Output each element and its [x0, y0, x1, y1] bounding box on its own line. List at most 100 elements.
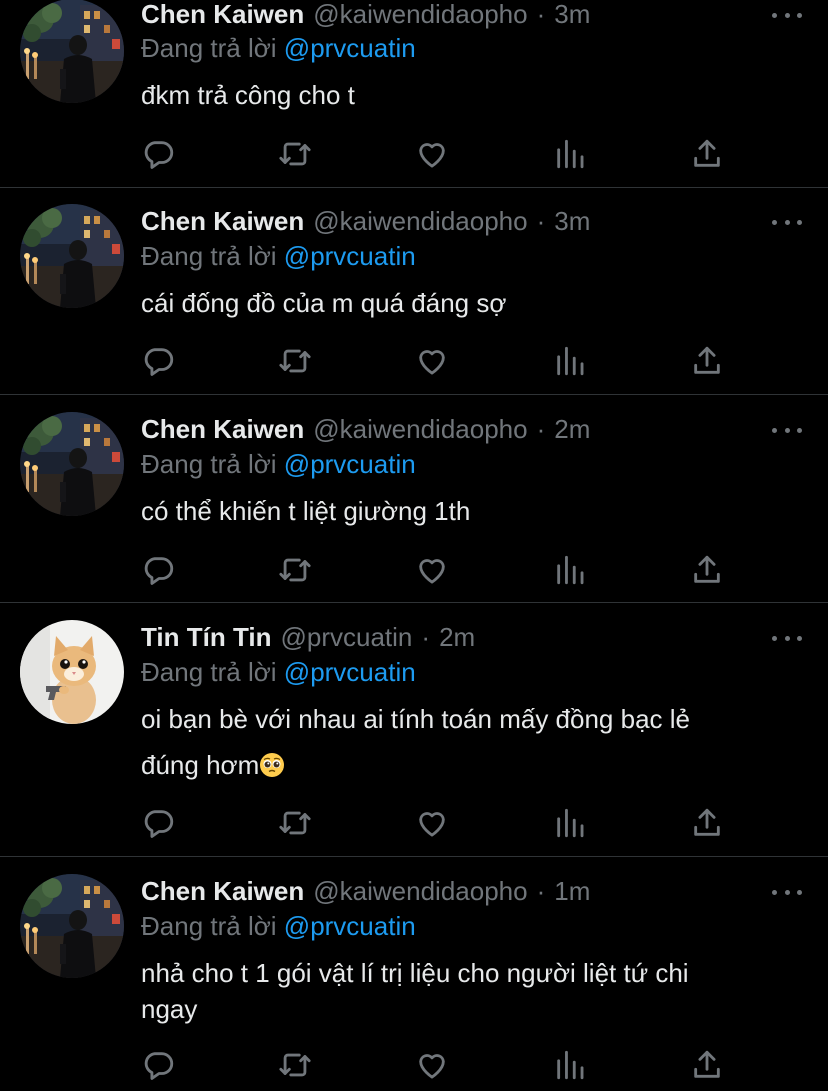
- tweet[interactable]: Tin Tín Tin @prvcuatin · 2m Đang trả lời…: [0, 603, 828, 857]
- reply-icon: [144, 1052, 174, 1080]
- retweet-button[interactable]: [277, 552, 313, 588]
- street-photo-avatar: [20, 204, 124, 308]
- retweet-button[interactable]: [277, 136, 313, 172]
- replying-to: Đang trả lời @prvcuatin: [141, 911, 416, 941]
- reply-icon: [144, 810, 174, 838]
- avatar[interactable]: [20, 0, 124, 103]
- replying-label: Đang trả lời: [141, 911, 277, 941]
- tweet-header: Chen Kaiwen @kaiwendidaopho · 3m: [141, 0, 590, 29]
- street-photo-avatar: [20, 0, 124, 103]
- tweet-text: oi bạn bè với nhau ai tính toán mấy đồng…: [141, 696, 801, 788]
- retweet-button[interactable]: [277, 343, 313, 379]
- reply-button[interactable]: [141, 1047, 177, 1083]
- timestamp[interactable]: 1m: [554, 876, 590, 906]
- share-button[interactable]: [689, 343, 725, 379]
- author-handle[interactable]: @kaiwendidaopho: [313, 0, 527, 29]
- timestamp[interactable]: 2m: [554, 414, 590, 444]
- avatar[interactable]: [20, 620, 124, 724]
- like-icon: [419, 350, 445, 375]
- tweet-actions: [141, 343, 741, 379]
- more-options-icon[interactable]: [770, 420, 804, 440]
- author-name[interactable]: Chen Kaiwen: [141, 876, 304, 906]
- mention-link[interactable]: @prvcuatin: [284, 33, 416, 63]
- views-button[interactable]: [552, 343, 588, 379]
- more-options-icon[interactable]: [770, 212, 804, 232]
- author-name[interactable]: Tin Tín Tin: [141, 622, 271, 652]
- reply-button[interactable]: [141, 136, 177, 172]
- pleading-face-emoji: [260, 753, 285, 777]
- author-name[interactable]: Chen Kaiwen: [141, 0, 304, 29]
- replying-label: Đang trả lời: [141, 241, 277, 271]
- share-button[interactable]: [689, 805, 725, 841]
- share-button[interactable]: [689, 136, 725, 172]
- views-icon: [557, 139, 584, 169]
- retweet-button[interactable]: [277, 805, 313, 841]
- views-button[interactable]: [552, 136, 588, 172]
- retweet-icon: [279, 1053, 311, 1077]
- reply-button[interactable]: [141, 805, 177, 841]
- tweet-text-line: nhả cho t 1 gói vật lí trị liệu cho ngườ…: [141, 958, 689, 988]
- author-handle[interactable]: @kaiwendidaopho: [313, 414, 527, 444]
- timestamp[interactable]: 3m: [554, 206, 590, 236]
- share-button[interactable]: [689, 1047, 725, 1083]
- more-options-icon[interactable]: [770, 882, 804, 902]
- avatar[interactable]: [20, 874, 124, 978]
- more-options-icon[interactable]: [770, 5, 804, 25]
- kitten-with-gun-avatar: [20, 620, 124, 724]
- share-icon: [694, 1050, 720, 1078]
- share-button[interactable]: [689, 552, 725, 588]
- mention-link[interactable]: @prvcuatin: [284, 449, 416, 479]
- retweet-icon: [279, 142, 311, 166]
- reply-icon: [144, 348, 174, 376]
- share-icon: [694, 555, 720, 583]
- more-options-icon[interactable]: [770, 628, 804, 648]
- like-icon: [419, 1054, 445, 1079]
- author-name[interactable]: Chen Kaiwen: [141, 206, 304, 236]
- tweet[interactable]: Chen Kaiwen @kaiwendidaopho · 3m Đang tr…: [0, 187, 828, 395]
- tweet-header: Chen Kaiwen @kaiwendidaopho · 1m: [141, 876, 590, 906]
- views-button[interactable]: [552, 1047, 588, 1083]
- tweet-text: có thể khiến t liệt giường 1th: [141, 496, 471, 526]
- author-name[interactable]: Chen Kaiwen: [141, 414, 304, 444]
- like-button[interactable]: [414, 805, 450, 841]
- reply-button[interactable]: [141, 343, 177, 379]
- retweet-icon: [279, 558, 311, 582]
- tweet-actions: [141, 805, 741, 841]
- like-icon: [419, 812, 445, 837]
- dot-separator: ·: [536, 876, 546, 906]
- tweet[interactable]: Chen Kaiwen @kaiwendidaopho · 3m Đang tr…: [0, 0, 828, 188]
- author-handle[interactable]: @kaiwendidaopho: [313, 876, 527, 906]
- avatar[interactable]: [20, 412, 124, 516]
- mention-link[interactable]: @prvcuatin: [284, 657, 416, 687]
- retweet-button[interactable]: [277, 1047, 313, 1083]
- replying-to: Đang trả lời @prvcuatin: [141, 657, 416, 687]
- tweet-header: Chen Kaiwen @kaiwendidaopho · 2m: [141, 414, 590, 444]
- reply-button[interactable]: [141, 552, 177, 588]
- street-photo-avatar: [20, 412, 124, 516]
- replying-label: Đang trả lời: [141, 449, 277, 479]
- tweet-text: đkm trả công cho t: [141, 80, 355, 110]
- timestamp[interactable]: 3m: [554, 0, 590, 29]
- tweet-header: Tin Tín Tin @prvcuatin · 2m: [141, 622, 475, 652]
- replying-label: Đang trả lời: [141, 657, 277, 687]
- views-icon: [557, 346, 584, 376]
- share-icon: [694, 139, 720, 167]
- like-button[interactable]: [414, 136, 450, 172]
- replying-to: Đang trả lời @prvcuatin: [141, 33, 416, 63]
- mention-link[interactable]: @prvcuatin: [284, 911, 416, 941]
- tweet[interactable]: Chen Kaiwen @kaiwendidaopho · 1m Đang tr…: [0, 857, 828, 1091]
- views-button[interactable]: [552, 552, 588, 588]
- like-button[interactable]: [414, 343, 450, 379]
- tweet-header: Chen Kaiwen @kaiwendidaopho · 3m: [141, 206, 590, 236]
- author-handle[interactable]: @prvcuatin: [280, 622, 412, 652]
- timestamp[interactable]: 2m: [439, 622, 475, 652]
- like-button[interactable]: [414, 552, 450, 588]
- author-handle[interactable]: @kaiwendidaopho: [313, 206, 527, 236]
- mention-link[interactable]: @prvcuatin: [284, 241, 416, 271]
- tweet[interactable]: Chen Kaiwen @kaiwendidaopho · 2m Đang tr…: [0, 395, 828, 603]
- like-button[interactable]: [414, 1047, 450, 1083]
- views-button[interactable]: [552, 805, 588, 841]
- avatar[interactable]: [20, 204, 124, 308]
- tweet-text-line: oi bạn bè với nhau ai tính toán mấy đồng…: [141, 704, 690, 734]
- tweet-text: cái đống đồ của m quá đáng sợ: [141, 288, 507, 318]
